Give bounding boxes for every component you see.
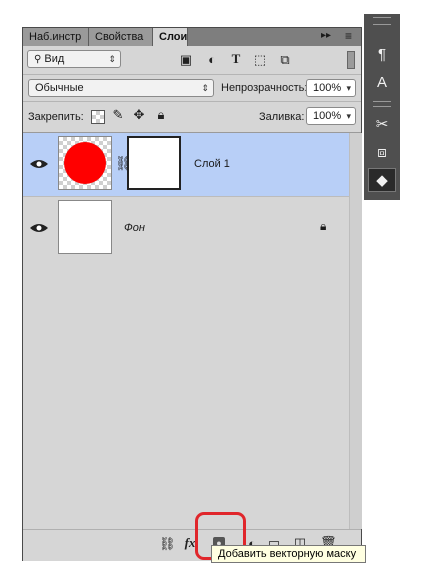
search-icon: ⚲ — [34, 54, 42, 65]
red-circle — [64, 142, 106, 184]
layer-name[interactable]: Слой 1 — [194, 158, 230, 170]
lock-row: Закрепить: ✎ ✥ 🔒︎ Заливка: 100% ▾ — [23, 102, 361, 132]
scrollbar[interactable] — [349, 133, 362, 529]
eye-icon[interactable] — [29, 222, 49, 234]
lock-label: Закрепить: — [28, 111, 84, 123]
eye-icon[interactable] — [29, 158, 49, 170]
layer-name[interactable]: Фон — [124, 222, 145, 234]
panel-tabbar: Наб.инстр Свойства Слои ▸▸ ≡ — [23, 28, 361, 46]
blend-mode-value: Обычные — [35, 82, 84, 94]
lock-transparency-icon[interactable] — [91, 110, 105, 124]
shape-filter-icon[interactable]: ⬚ — [253, 53, 267, 67]
lock-icon: 🔒︎ — [320, 219, 327, 233]
3d-icon[interactable]: ⧈ — [368, 141, 396, 165]
tab-layers[interactable]: Слои — [153, 28, 188, 46]
fill-field[interactable]: 100% ▾ — [306, 107, 356, 125]
type-filter-icon[interactable]: T — [229, 52, 243, 66]
brush-icon[interactable]: ✎ — [111, 108, 125, 122]
collapse-icon[interactable]: ▸▸ — [321, 30, 331, 41]
layers-dock-icon[interactable]: ◆ — [368, 168, 396, 192]
pixel-filter-icon[interactable]: ▣ — [179, 53, 193, 67]
dropdown-arrow-icon[interactable]: ▾ — [346, 108, 351, 124]
tooltip: Добавить векторную маску — [211, 545, 366, 563]
character-icon[interactable]: A — [368, 71, 396, 95]
adjustment-filter-icon[interactable]: ◐ — [205, 53, 219, 67]
move-icon[interactable]: ✥ — [132, 108, 146, 122]
filter-kind-value: Вид — [44, 53, 65, 65]
lock-icon[interactable]: 🔒︎ — [154, 108, 168, 122]
tab-properties[interactable]: Свойства — [89, 28, 153, 46]
filter-toggle[interactable] — [347, 51, 355, 69]
smart-object-filter-icon[interactable]: ⧉ — [278, 53, 292, 67]
opacity-label: Непрозрачность: — [221, 82, 308, 94]
layer-row-1[interactable]: ⛓︎ Слой 1 — [23, 133, 349, 196]
layer-thumbnail[interactable] — [58, 200, 112, 254]
blend-mode-select[interactable]: Обычные ⇕ — [28, 79, 214, 97]
layer-thumbnail[interactable] — [58, 136, 112, 190]
fill-value: 100% — [313, 110, 342, 122]
blend-row: Обычные ⇕ Непрозрачность: 100% ▾ — [23, 75, 361, 101]
panel-menu-icon[interactable]: ≡ — [345, 29, 352, 43]
link-layers-icon[interactable]: ⛓︎ — [159, 537, 176, 551]
tools-icon[interactable]: ✂ — [368, 113, 396, 137]
dock-grip[interactable] — [373, 101, 391, 107]
updown-icon: ⇕ — [108, 54, 116, 64]
opacity-value: 100% — [313, 82, 342, 94]
tab-tools-presets[interactable]: Наб.инстр — [23, 28, 89, 46]
vector-mask-thumbnail[interactable] — [127, 136, 181, 190]
filter-kind-select[interactable]: ⚲ Вид ⇕ — [27, 50, 121, 68]
layer-row-background[interactable]: Фон 🔒︎ — [23, 196, 349, 260]
filter-row: ⚲ Вид ⇕ ▣ ◐ T ⬚ ⧉ — [23, 46, 361, 74]
opacity-field[interactable]: 100% ▾ — [306, 79, 356, 97]
updown-icon: ⇕ — [201, 83, 209, 93]
fill-label: Заливка: — [259, 111, 305, 123]
paragraph-icon[interactable]: ¶ — [368, 43, 396, 67]
dropdown-arrow-icon[interactable]: ▾ — [346, 80, 351, 96]
dock-grip[interactable] — [373, 17, 391, 25]
